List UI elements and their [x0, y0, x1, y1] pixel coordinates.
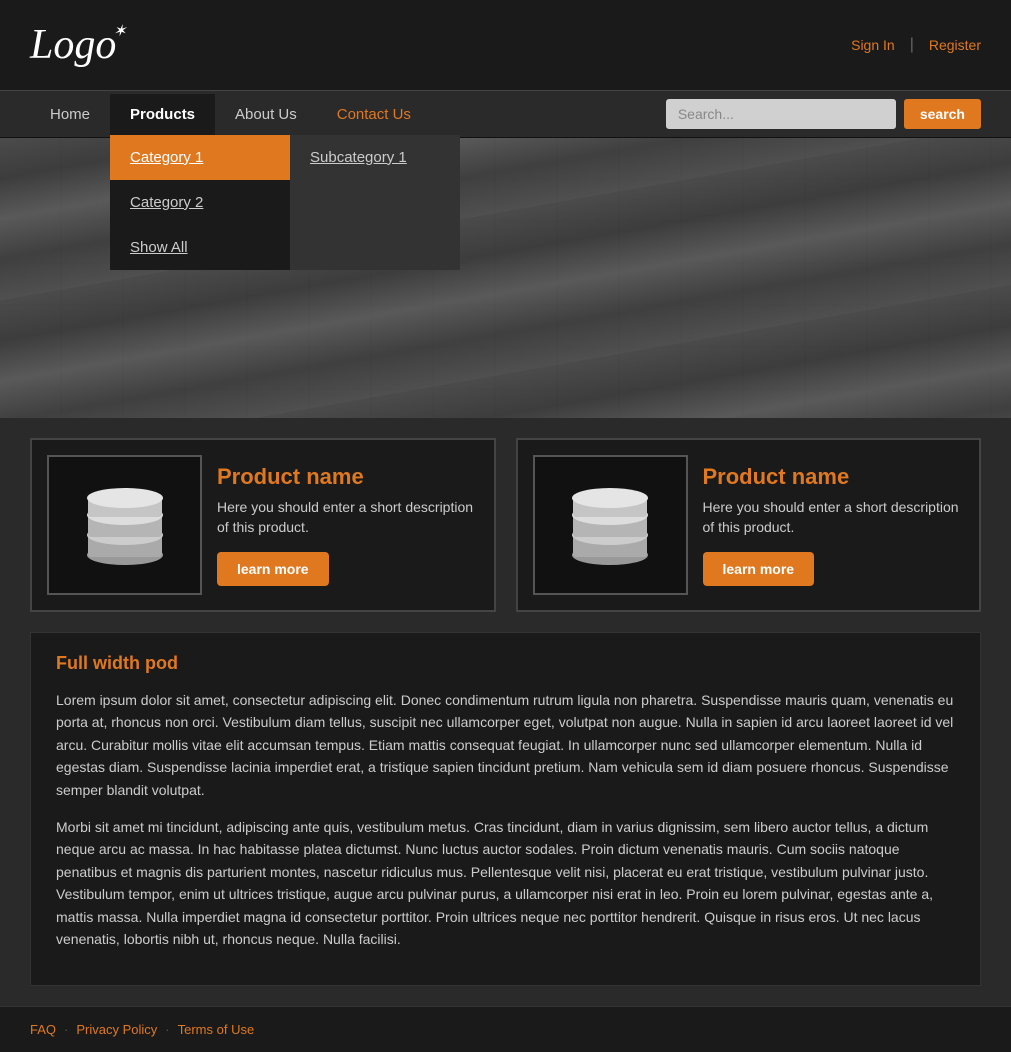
dropdown-subcategory1[interactable]: Subcategory 1 [290, 135, 460, 180]
nav-products-wrap: Products Category 1 Category 2 Show All … [110, 94, 215, 135]
full-pod-title: Full width pod [56, 653, 955, 674]
product-image-1 [47, 455, 202, 595]
search-button[interactable]: search [904, 99, 981, 129]
product-pod-2: Product name Here you should enter a sho… [516, 438, 982, 612]
product-desc-1: Here you should enter a short descriptio… [217, 498, 479, 537]
full-pod-paragraph-2: Morbi sit amet mi tincidunt, adipiscing … [56, 816, 955, 950]
auth-separator: | [910, 36, 914, 54]
product-pod-1: Product name Here you should enter a sho… [30, 438, 496, 612]
dropdown-showall[interactable]: Show All [110, 225, 290, 270]
product-content-2: Product name Here you should enter a sho… [703, 464, 965, 586]
product-icon-1 [70, 470, 180, 580]
logo-star-icon: ✶ [113, 21, 126, 41]
product-desc-2: Here you should enter a short descriptio… [703, 498, 965, 537]
product-title-1: Product name [217, 464, 479, 490]
full-width-pod: Full width pod Lorem ipsum dolor sit ame… [30, 632, 981, 986]
products-row: Product name Here you should enter a sho… [0, 418, 1011, 632]
register-link[interactable]: Register [929, 37, 981, 53]
logo-text: Logo [30, 22, 116, 68]
nav-products[interactable]: Products [110, 94, 215, 135]
full-pod-paragraph-1: Lorem ipsum dolor sit amet, consectetur … [56, 689, 955, 801]
dropdown-category1[interactable]: Category 1 [110, 135, 290, 180]
dropdown-col1: Category 1 Category 2 Show All [110, 135, 290, 270]
search-area: search [666, 91, 981, 137]
dropdown-col2: Subcategory 1 [290, 135, 460, 270]
signin-link[interactable]: Sign In [851, 37, 895, 53]
product-learnmore-2[interactable]: learn more [703, 552, 815, 586]
search-input[interactable] [666, 99, 896, 129]
products-dropdown: Category 1 Category 2 Show All Subcatego… [110, 135, 460, 270]
product-icon-2 [555, 470, 665, 580]
auth-links: Sign In | Register [851, 36, 981, 54]
nav-contact[interactable]: Contact Us [317, 94, 431, 135]
product-title-2: Product name [703, 464, 965, 490]
dropdown-category2[interactable]: Category 2 [110, 180, 290, 225]
footer: FAQ · Privacy Policy · Terms of Use [0, 1006, 1011, 1052]
logo: Logo✶ [30, 21, 116, 69]
product-content-1: Product name Here you should enter a sho… [217, 464, 479, 586]
nav-home[interactable]: Home [30, 94, 110, 135]
product-image-2 [533, 455, 688, 595]
navbar: Home Products Category 1 Category 2 Show… [0, 90, 1011, 138]
nav-about[interactable]: About Us [215, 94, 317, 135]
header: Logo✶ Sign In | Register [0, 0, 1011, 90]
product-learnmore-1[interactable]: learn more [217, 552, 329, 586]
